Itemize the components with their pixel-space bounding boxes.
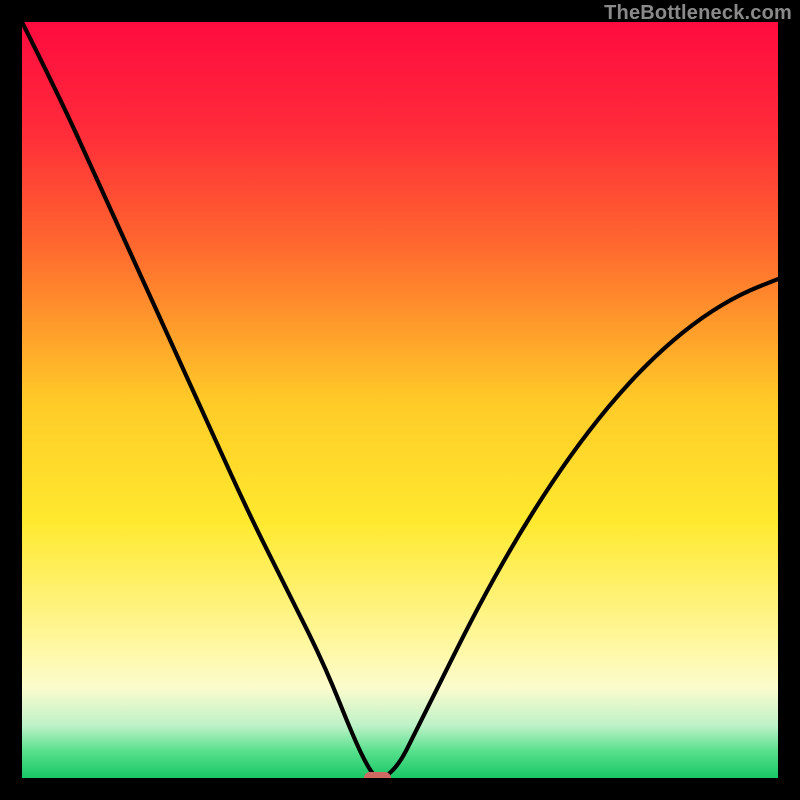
watermark-text: TheBottleneck.com (604, 2, 792, 25)
chart-frame: TheBottleneck.com (0, 0, 800, 800)
plot-area (22, 22, 778, 778)
bottleneck-curve (22, 22, 778, 778)
curve-layer (22, 22, 778, 778)
optimal-marker (364, 772, 390, 778)
